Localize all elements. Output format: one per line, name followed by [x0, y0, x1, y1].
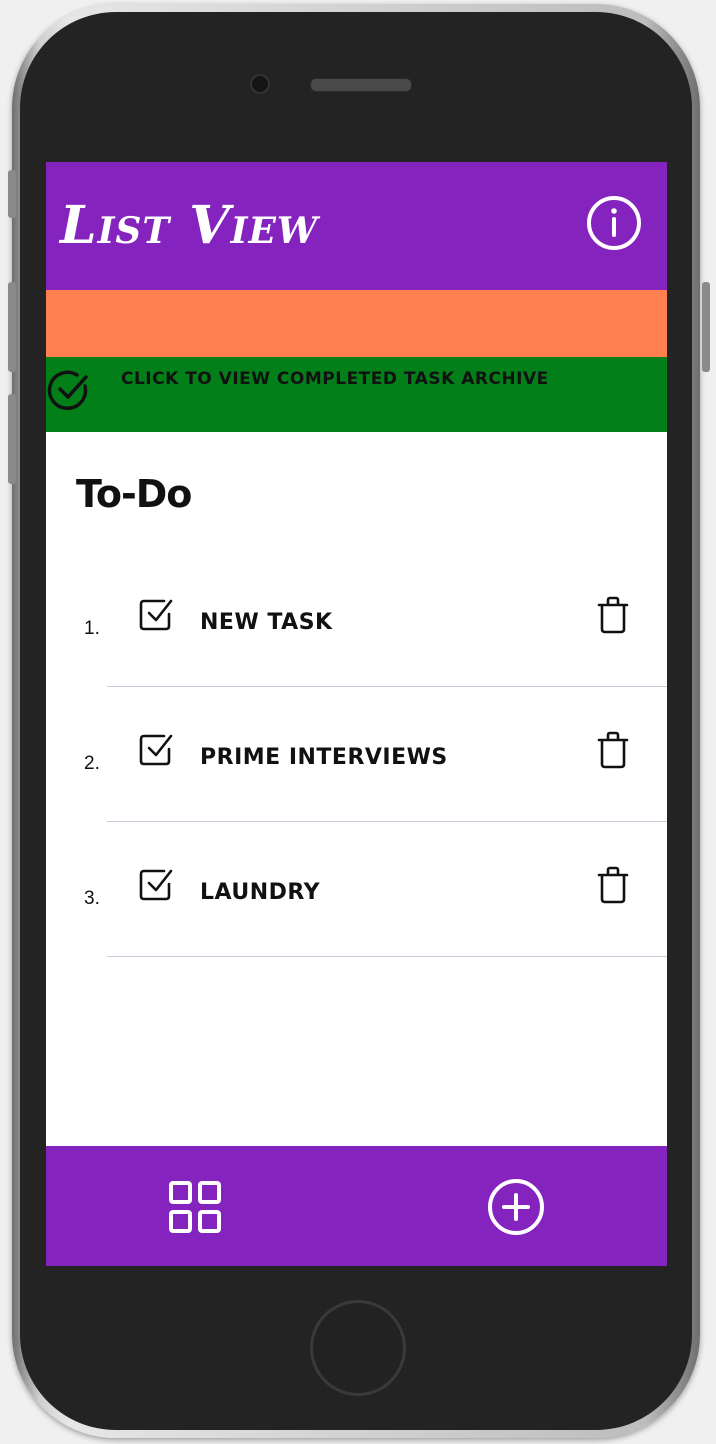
- earpiece-speaker: [310, 78, 412, 92]
- volume-down-button: [8, 394, 16, 484]
- task-label: LAUNDRY: [200, 880, 321, 905]
- power-button: [702, 282, 710, 372]
- archive-link-text: CLICK TO VIEW COMPLETED TASK ARCHIVE: [121, 369, 549, 389]
- accent-bar: [46, 290, 667, 357]
- grid-icon[interactable]: [168, 1180, 222, 1234]
- completed-archive-link[interactable]: CLICK TO VIEW COMPLETED TASK ARCHIVE: [46, 357, 667, 432]
- task-number: 3.: [84, 888, 100, 909]
- checkbox-checked-icon[interactable]: [138, 596, 174, 632]
- trash-icon[interactable]: [596, 866, 630, 904]
- trash-icon[interactable]: [596, 596, 630, 634]
- task-list: 1. NEW TASK 2. PRIME INTERVIEWS 3. LAUND…: [46, 552, 667, 957]
- list-item: 2. PRIME INTERVIEWS: [46, 687, 667, 822]
- check-circle-icon: [47, 370, 88, 410]
- info-icon[interactable]: [586, 195, 642, 251]
- task-number: 2.: [84, 753, 100, 774]
- task-label: NEW TASK: [200, 610, 333, 635]
- page-title: List View: [60, 195, 319, 256]
- plus-circle-icon[interactable]: [487, 1178, 545, 1236]
- list-item: 1. NEW TASK: [46, 552, 667, 687]
- app-header: List View: [46, 162, 667, 290]
- row-divider: [107, 956, 667, 957]
- mute-switch: [8, 170, 16, 218]
- bottom-nav-bar: [46, 1146, 667, 1266]
- checkbox-checked-icon[interactable]: [138, 866, 174, 902]
- list-item: 3. LAUNDRY: [46, 822, 667, 957]
- home-button[interactable]: [310, 1300, 406, 1396]
- task-label: PRIME INTERVIEWS: [200, 745, 448, 770]
- front-camera: [250, 74, 270, 94]
- volume-up-button: [8, 282, 16, 372]
- checkbox-checked-icon[interactable]: [138, 731, 174, 767]
- trash-icon[interactable]: [596, 731, 630, 769]
- task-number: 1.: [84, 618, 100, 639]
- section-title: To-Do: [76, 472, 192, 516]
- app-screen: List View CLICK TO VIEW COMPLETED TASK A…: [46, 162, 667, 1266]
